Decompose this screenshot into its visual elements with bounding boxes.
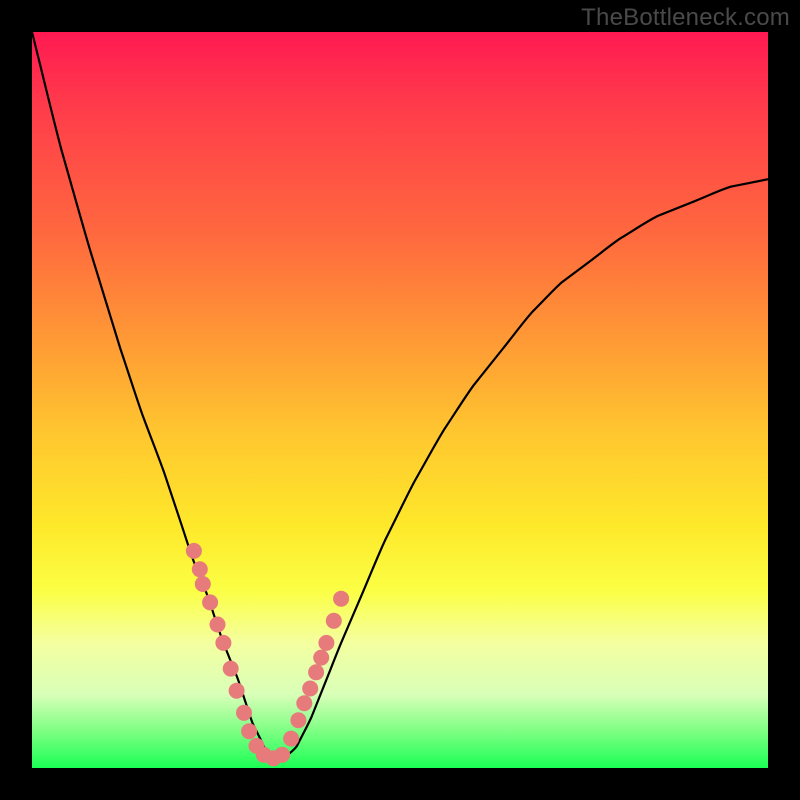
chart-frame: TheBottleneck.com xyxy=(0,0,800,800)
scatter-dot xyxy=(313,650,329,666)
scatter-dot xyxy=(308,664,324,680)
scatter-dot xyxy=(302,681,318,697)
scatter-dot xyxy=(318,635,334,651)
bottleneck-curve xyxy=(32,32,768,760)
plot-area xyxy=(32,32,768,768)
scatter-dot xyxy=(296,695,312,711)
curve-svg xyxy=(32,32,768,768)
scatter-dot xyxy=(236,705,252,721)
scatter-dot xyxy=(210,617,226,633)
scatter-dots xyxy=(186,543,349,767)
scatter-dot xyxy=(283,731,299,747)
scatter-dot xyxy=(326,613,342,629)
scatter-dot xyxy=(202,594,218,610)
watermark-text: TheBottleneck.com xyxy=(581,4,790,32)
scatter-dot xyxy=(290,712,306,728)
scatter-dot xyxy=(241,723,257,739)
scatter-dot xyxy=(229,683,245,699)
scatter-dot xyxy=(192,561,208,577)
scatter-dot xyxy=(223,661,239,677)
scatter-dot xyxy=(186,543,202,559)
scatter-dot xyxy=(195,576,211,592)
scatter-dot xyxy=(274,747,290,763)
scatter-dot xyxy=(333,591,349,607)
scatter-dot xyxy=(215,635,231,651)
